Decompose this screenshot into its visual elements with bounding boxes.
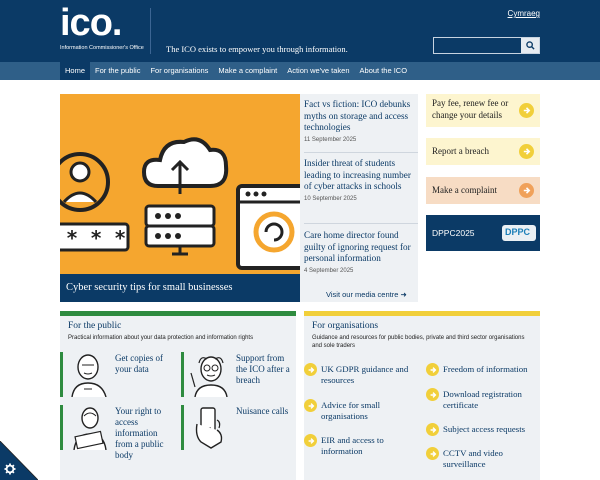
dppc-label: DPPC2025 xyxy=(432,228,475,238)
org-link-download-certificate[interactable]: Download registration certificate xyxy=(426,388,540,411)
dppc-banner[interactable]: DPPC2025 DPPC xyxy=(426,215,540,251)
public-link-label: Nuisance calls xyxy=(236,406,289,416)
news-divider xyxy=(304,152,418,153)
for-the-public-section: For the public Practical information abo… xyxy=(60,311,296,480)
hero-caption[interactable]: Cyber security tips for small businesses xyxy=(60,274,300,302)
org-link-label: Freedom of information xyxy=(443,364,528,374)
media-centre-link[interactable]: Visit our media centre ➜ xyxy=(326,290,407,299)
news-list: Fact vs fiction: ICO debunks myths on st… xyxy=(300,94,418,302)
org-link-eir-access[interactable]: EIR and access to information xyxy=(304,434,422,457)
make-complaint-label: Make a complaint xyxy=(432,185,497,195)
org-link-subject-access-requests[interactable]: Subject access requests xyxy=(426,423,540,436)
org-link-cctv[interactable]: CCTV and video surveillance xyxy=(426,447,540,470)
arrow-right-icon: ➜ xyxy=(400,290,407,299)
hand-holding-phone-icon xyxy=(195,407,223,449)
arrow-right-icon xyxy=(304,399,317,412)
search-icon xyxy=(525,41,535,50)
cyber-security-illustration: * * * xyxy=(60,137,300,270)
arrow-right-icon xyxy=(426,388,439,401)
public-link-label: Support from the ICO after a breach xyxy=(236,353,290,385)
news-title[interactable]: Insider threat of students leading to in… xyxy=(304,158,418,193)
org-link-label: Advice for small organisations xyxy=(321,400,381,421)
public-link-label: Your right to access information from a … xyxy=(115,406,164,460)
org-link-freedom-of-information[interactable]: Freedom of information xyxy=(426,363,540,376)
arrow-right-icon xyxy=(519,102,534,118)
header-tagline: The ICO exists to empower you through in… xyxy=(166,44,348,54)
header-divider xyxy=(150,8,151,54)
news-title[interactable]: Care home director found guilty of ignor… xyxy=(304,230,418,265)
for-organisations-section: For organisations Guidance and resources… xyxy=(304,311,540,480)
language-toggle-link[interactable]: Cymraeg xyxy=(508,9,540,18)
gear-icon xyxy=(4,463,16,475)
news-item[interactable]: Insider threat of students leading to in… xyxy=(304,158,418,202)
public-link-label: Get copies of your data xyxy=(115,353,163,374)
org-link-label: EIR and access to information xyxy=(321,435,384,456)
public-link-nuisance-calls[interactable]: Nuisance calls xyxy=(181,405,296,453)
arrow-right-icon xyxy=(426,423,439,436)
section-accent-bar xyxy=(60,311,296,316)
org-link-label: CCTV and video surveillance xyxy=(443,448,503,469)
person-with-document-icon xyxy=(73,407,107,450)
section-accent-bar xyxy=(304,311,540,316)
arrow-right-icon xyxy=(304,363,317,376)
arrow-right-icon xyxy=(426,363,439,376)
item-accent-bar xyxy=(60,405,63,450)
report-breach-label: Report a breach xyxy=(432,146,489,156)
hero-banner[interactable]: * * * Cyber security tips for small busi… xyxy=(60,94,300,302)
item-accent-bar xyxy=(60,352,63,397)
pay-fee-label: Pay fee, renew fee or change your detail… xyxy=(432,98,509,120)
public-link-support-breach[interactable]: Support from the ICO after a breach xyxy=(181,352,296,400)
section-title[interactable]: For the public xyxy=(68,321,121,331)
news-divider xyxy=(304,223,418,224)
arrow-right-icon xyxy=(304,434,317,447)
news-date: 11 September 2025 xyxy=(304,136,357,143)
older-person-illustration-icon xyxy=(190,356,228,397)
report-breach-link[interactable]: Report a breach xyxy=(426,138,540,165)
news-date: 4 September 2025 xyxy=(304,267,354,274)
nav-for-the-public[interactable]: For the public xyxy=(90,62,145,80)
logo-text: ico. xyxy=(60,2,122,44)
main-navigation: Home For the public For organisations Ma… xyxy=(0,62,600,80)
svg-text:* * *: * * * xyxy=(66,226,126,250)
news-title[interactable]: Fact vs fiction: ICO debunks myths on st… xyxy=(304,99,418,134)
public-link-right-to-access[interactable]: Your right to access information from a … xyxy=(60,405,178,460)
nav-for-organisations[interactable]: For organisations xyxy=(145,62,213,80)
section-description: Practical information about your data pr… xyxy=(68,335,254,341)
logo-subtitle: Information Commissioner's Office xyxy=(60,45,144,51)
search-button[interactable] xyxy=(521,38,539,53)
search-input[interactable] xyxy=(433,37,540,54)
nav-action-weve-taken[interactable]: Action we've taken xyxy=(282,62,354,80)
nav-home[interactable]: Home xyxy=(60,62,91,80)
site-header: ico. Information Commissioner's Office T… xyxy=(0,0,600,62)
cookie-settings-button[interactable] xyxy=(0,440,39,480)
news-date: 10 September 2025 xyxy=(304,195,357,202)
ico-logo[interactable]: ico. Information Commissioner's Office xyxy=(60,2,150,56)
section-description: Guidance and resources for public bodies… xyxy=(312,335,525,349)
arrow-right-icon xyxy=(426,447,439,460)
org-link-uk-gdpr[interactable]: UK GDPR guidance and resources xyxy=(304,363,422,386)
section-title[interactable]: For organisations xyxy=(312,321,378,331)
nav-make-a-complaint[interactable]: Make a complaint xyxy=(213,62,282,80)
arrow-right-icon xyxy=(519,143,534,159)
org-link-small-organisations[interactable]: Advice for small organisations xyxy=(304,399,422,422)
public-link-get-copies[interactable]: Get copies of your data xyxy=(60,352,178,400)
dppc-logo: DPPC xyxy=(502,225,536,241)
org-link-label: UK GDPR guidance and resources xyxy=(321,364,409,385)
nav-about-the-ico[interactable]: About the ICO xyxy=(355,62,413,80)
item-accent-bar xyxy=(181,352,184,397)
item-accent-bar xyxy=(181,405,184,450)
news-item[interactable]: Fact vs fiction: ICO debunks myths on st… xyxy=(304,99,418,143)
media-centre-label: Visit our media centre xyxy=(326,290,399,299)
org-link-label: Subject access requests xyxy=(443,424,526,434)
news-item[interactable]: Care home director found guilty of ignor… xyxy=(304,230,418,274)
arrow-right-icon xyxy=(519,182,534,198)
org-link-label: Download registration certificate xyxy=(443,389,522,410)
pay-fee-link[interactable]: Pay fee, renew fee or change your detail… xyxy=(426,94,540,127)
make-complaint-link[interactable]: Make a complaint xyxy=(426,177,540,204)
person-illustration-icon xyxy=(71,354,107,397)
